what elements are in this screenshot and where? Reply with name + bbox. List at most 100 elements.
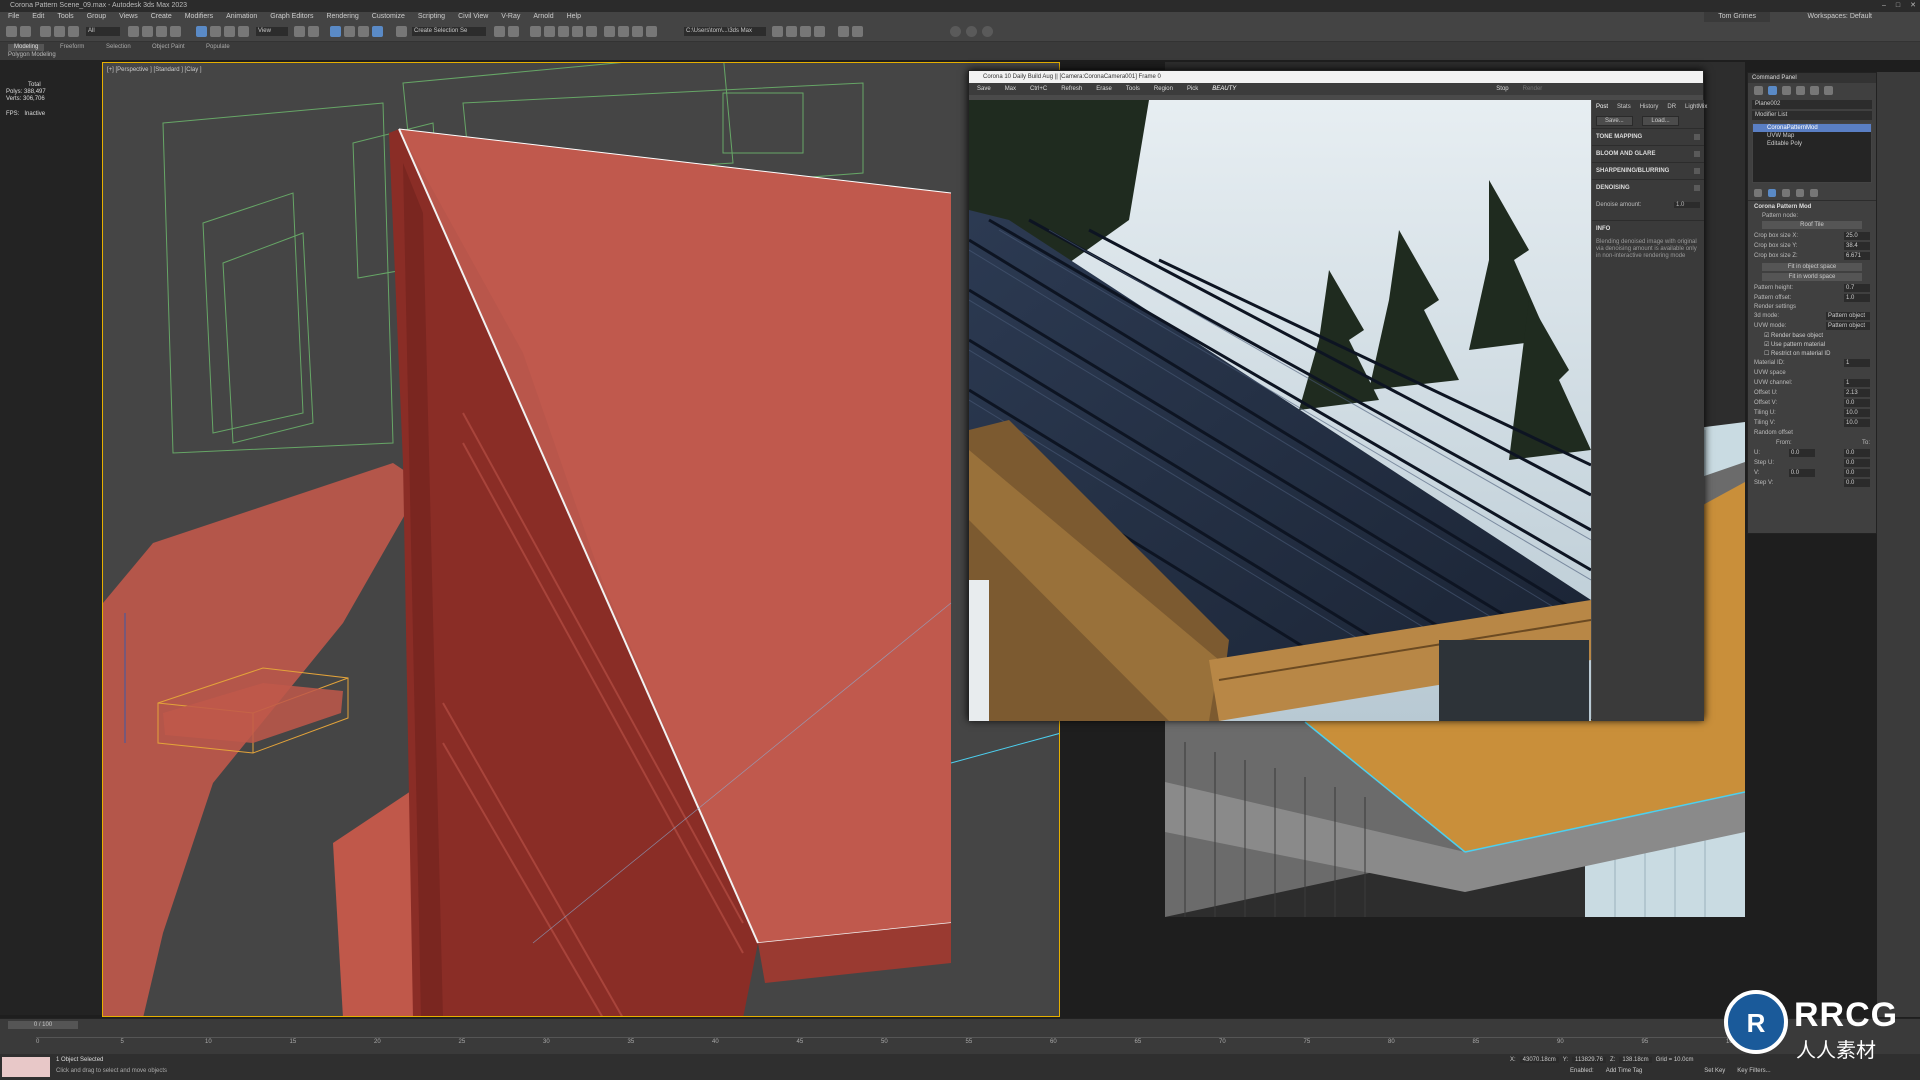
menu-file[interactable]: File: [8, 12, 19, 22]
minimize-icon[interactable]: –: [1882, 0, 1886, 12]
v-from-input[interactable]: 0.0: [1788, 469, 1815, 477]
angle-snap-icon[interactable]: [344, 26, 355, 37]
tab-stats[interactable]: Stats: [1617, 104, 1631, 110]
menu-rendering[interactable]: Rendering: [326, 12, 358, 22]
timeline-ruler[interactable]: 0 5 10 15 20 25 30 35 40 45 50 55 60 65 70 75 80 85 90 95 10…: [36, 1037, 1736, 1053]
vfb-tools-button[interactable]: Tools: [1126, 83, 1140, 95]
tab-object-paint[interactable]: Object Paint: [146, 44, 191, 51]
tab-dr[interactable]: DR: [1667, 104, 1676, 110]
tiling-v-input[interactable]: 10.0: [1844, 419, 1870, 427]
menu-tools[interactable]: Tools: [57, 12, 73, 22]
vfb-erase-button[interactable]: Erase: [1096, 83, 1112, 95]
menu-animation[interactable]: Animation: [226, 12, 257, 22]
snap-icon[interactable]: [330, 26, 341, 37]
z-coord-input[interactable]: 138.18cm: [1619, 1057, 1652, 1063]
percent-snap-icon[interactable]: [358, 26, 369, 37]
section-tone-mapping[interactable]: TONE MAPPING: [1592, 128, 1704, 145]
viewport-label[interactable]: [+] [Perspective ] [Standard ] [Clay ]: [107, 67, 202, 73]
restrict-material-id-checkbox[interactable]: ☐ Restrict on material ID: [1748, 349, 1876, 358]
step-u-input[interactable]: 0.0: [1844, 459, 1870, 467]
maximize-icon[interactable]: □: [1896, 0, 1900, 12]
placement-icon[interactable]: [238, 26, 249, 37]
hold-icon[interactable]: [800, 26, 811, 37]
menu-group[interactable]: Group: [87, 12, 106, 22]
corona-converter-icon[interactable]: [838, 26, 849, 37]
rotate-icon[interactable]: [210, 26, 221, 37]
menu-modifiers[interactable]: Modifiers: [185, 12, 213, 22]
menu-arnold[interactable]: Arnold: [533, 12, 553, 22]
redo-icon[interactable]: [20, 26, 31, 37]
crop-x-input[interactable]: 25.0: [1844, 232, 1870, 240]
uvw-mode-dropdown[interactable]: Pattern object: [1826, 322, 1870, 330]
close-icon[interactable]: ✕: [1910, 0, 1916, 12]
scale-icon[interactable]: [224, 26, 235, 37]
stack-item-editable-poly[interactable]: Editable Poly: [1753, 140, 1871, 148]
menu-customize[interactable]: Customize: [372, 12, 405, 22]
spinner-snap-icon[interactable]: [372, 26, 383, 37]
menu-views[interactable]: Views: [119, 12, 138, 22]
perspective-viewport[interactable]: [+] [Perspective ] [Standard ] [Clay ]: [102, 62, 1060, 1017]
offset-u-input[interactable]: 2.13: [1844, 389, 1870, 397]
tone-mapping-checkbox[interactable]: [1694, 134, 1700, 140]
workspace-selector[interactable]: Workspaces: Default: [1800, 12, 1880, 22]
menu-help[interactable]: Help: [567, 12, 581, 22]
section-sharpening[interactable]: SHARPENING/BLURRING: [1592, 162, 1704, 179]
section-denoising[interactable]: DENOISING: [1592, 179, 1704, 196]
x-coord-input[interactable]: 43070.18cm: [1519, 1057, 1559, 1063]
user-account[interactable]: Tom Grimes: [1704, 12, 1770, 22]
section-bloom-glare[interactable]: BLOOM AND GLARE: [1592, 145, 1704, 162]
selection-filter-dropdown[interactable]: All: [86, 27, 120, 36]
pattern-node-button[interactable]: Roof Tile: [1762, 221, 1862, 229]
menu-vray[interactable]: V-Ray: [501, 12, 520, 22]
v-to-input[interactable]: 0.0: [1843, 469, 1870, 477]
layer-explorer-icon[interactable]: [544, 26, 555, 37]
make-unique-icon[interactable]: [1782, 189, 1790, 197]
rollout-title[interactable]: Corona Pattern Mod: [1748, 200, 1876, 213]
remove-modifier-icon[interactable]: [1796, 189, 1804, 197]
crop-z-input[interactable]: 6.671: [1844, 252, 1870, 260]
y-coord-input[interactable]: 113829.76: [1572, 1057, 1606, 1063]
offset-v-input[interactable]: 0.0: [1844, 399, 1870, 407]
ribbon-subtab[interactable]: Polygon Modeling: [8, 52, 56, 58]
crop-y-input[interactable]: 38.4: [1844, 242, 1870, 250]
tab-post[interactable]: Post: [1596, 104, 1608, 110]
vfb-copy-button[interactable]: Ctrl+C: [1030, 83, 1047, 95]
3d-mode-dropdown[interactable]: Pattern object: [1826, 312, 1870, 320]
tab-modeling[interactable]: Modeling: [8, 44, 45, 51]
vfb-save-button[interactable]: Save: [977, 83, 991, 95]
select-by-name-icon[interactable]: [142, 26, 153, 37]
pivot-icon[interactable]: [294, 26, 305, 37]
open-file-icon[interactable]: [772, 26, 783, 37]
window-crossing-icon[interactable]: [170, 26, 181, 37]
create-tab-icon[interactable]: [1754, 86, 1763, 95]
maxscript-listener[interactable]: [2, 1057, 50, 1077]
vfb-region-button[interactable]: Region: [1154, 83, 1173, 95]
sharpening-checkbox[interactable]: [1694, 168, 1700, 174]
vfb-pass-dropdown[interactable]: BEAUTY: [1212, 83, 1292, 95]
save-file-icon[interactable]: [786, 26, 797, 37]
menu-graph-editors[interactable]: Graph Editors: [270, 12, 313, 22]
link-icon[interactable]: [40, 26, 51, 37]
vray-render-icon[interactable]: [982, 26, 993, 37]
step-v-input[interactable]: 0.0: [1844, 479, 1870, 487]
menu-scripting[interactable]: Scripting: [418, 12, 445, 22]
hierarchy-tab-icon[interactable]: [1782, 86, 1791, 95]
bind-space-warp-icon[interactable]: [68, 26, 79, 37]
arnold-ipr-icon[interactable]: [966, 26, 977, 37]
corona-interactive-icon[interactable]: [852, 26, 863, 37]
rect-selection-icon[interactable]: [156, 26, 167, 37]
utilities-tab-icon[interactable]: [1824, 86, 1833, 95]
stack-item-uvw-map[interactable]: UVW Map: [1753, 132, 1871, 140]
uvw-channel-input[interactable]: 1: [1844, 379, 1870, 387]
modify-tab-icon[interactable]: [1768, 86, 1777, 95]
edit-named-sel-icon[interactable]: [396, 26, 407, 37]
display-tab-icon[interactable]: [1810, 86, 1819, 95]
use-pattern-material-checkbox[interactable]: ☑ Use pattern material: [1748, 340, 1876, 349]
select-manipulate-icon[interactable]: [308, 26, 319, 37]
u-to-input[interactable]: 0.0: [1844, 449, 1870, 457]
unlink-icon[interactable]: [54, 26, 65, 37]
timeline[interactable]: 0 / 100 0 5 10 15 20 25 30 35 40 45 50 55 60 65 70 75 80…: [0, 1018, 1920, 1054]
fit-world-space-button[interactable]: Fit in world space: [1762, 273, 1862, 281]
fit-object-space-button[interactable]: Fit in object space: [1762, 263, 1862, 271]
project-path-dropdown[interactable]: C:\Users\tom\...\3ds Max 2023: [684, 27, 766, 36]
